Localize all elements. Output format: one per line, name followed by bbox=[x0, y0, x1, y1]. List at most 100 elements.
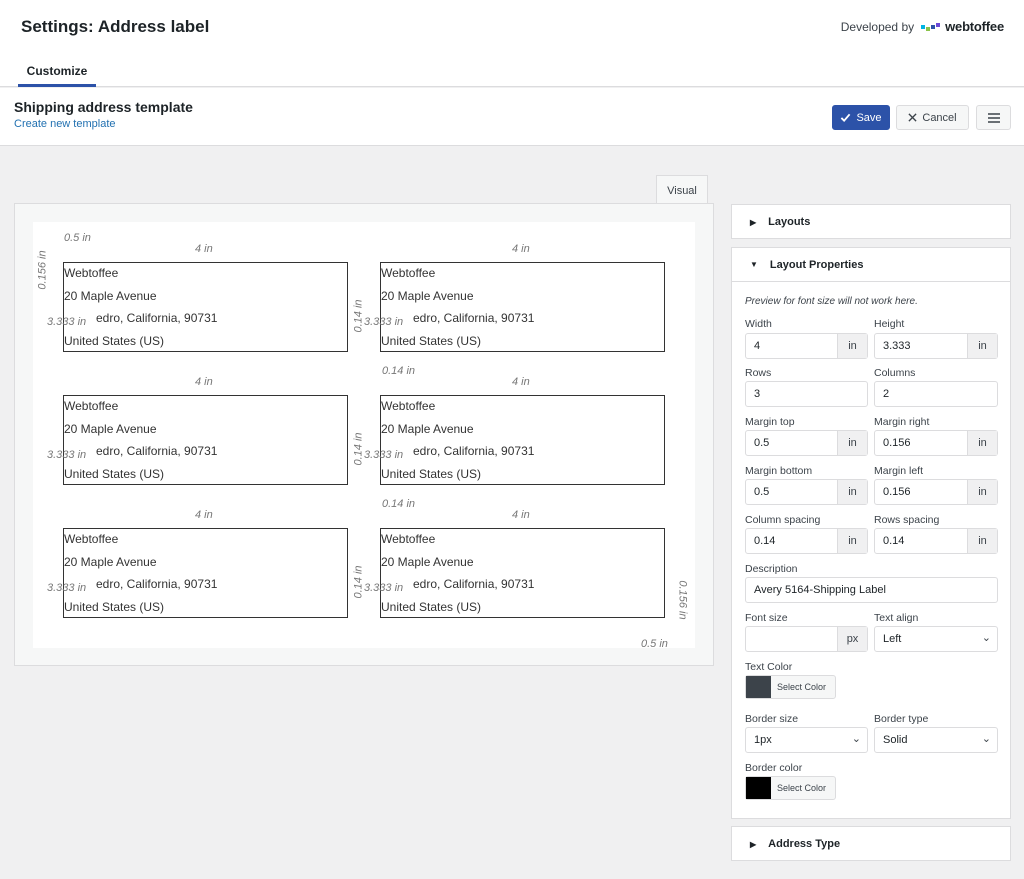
font-size-input[interactable]: px bbox=[745, 626, 868, 652]
panel-layout-properties: ▼ Layout Properties Preview for font siz… bbox=[731, 247, 1011, 819]
webtoffee-logo-icon bbox=[921, 22, 941, 31]
caret-right-icon: ▶ bbox=[750, 839, 757, 849]
text-align-label: Text align bbox=[874, 612, 919, 624]
margin-top-label: Margin top bbox=[745, 416, 795, 428]
margin-bottom-unit: in bbox=[837, 480, 867, 504]
label-width-dim: 4 in bbox=[512, 509, 530, 521]
label-line: Webtoffee bbox=[381, 266, 436, 280]
border-size-select[interactable]: 1px ⌄ bbox=[745, 727, 868, 753]
rows-spacing-input[interactable]: 0.14 in bbox=[874, 528, 998, 554]
tab-visual[interactable]: Visual bbox=[656, 175, 708, 204]
margin-bottom-input[interactable]: 0.5 in bbox=[745, 479, 868, 505]
label-line: United States (US) bbox=[64, 600, 165, 614]
panel-address-type[interactable]: ▶ Address Type bbox=[731, 826, 1011, 861]
rows-label: Rows bbox=[745, 367, 772, 379]
developed-by-text: Developed by bbox=[840, 19, 915, 34]
border-type-value: Solid bbox=[883, 734, 908, 746]
label-line: 20 Maple Avenue bbox=[64, 555, 157, 569]
chevron-down-icon: ⌄ bbox=[981, 733, 991, 745]
rows-spacing-unit: in bbox=[967, 529, 997, 553]
page-title: Settings: Address label bbox=[21, 17, 210, 36]
margin-left-label: Margin left bbox=[874, 465, 924, 477]
label-line: edro, California, 90731 bbox=[413, 577, 535, 591]
margin-right-dim: 0.156 in bbox=[676, 580, 689, 620]
margin-bottom-label: Margin bottom bbox=[745, 465, 813, 477]
label-sheet: 0.5 in 0.5 in 0.156 in 0.156 in 4 in Webt… bbox=[33, 222, 695, 650]
create-new-template-link[interactable]: Create new template bbox=[14, 118, 116, 130]
column-spacing-dim: 0.14 in bbox=[352, 299, 365, 333]
text-color-swatch bbox=[746, 676, 771, 698]
label-line: edro, California, 90731 bbox=[96, 311, 218, 325]
label-line: edro, California, 90731 bbox=[413, 444, 535, 458]
menu-button[interactable] bbox=[976, 105, 1011, 130]
chevron-down-icon: ⌄ bbox=[851, 733, 861, 745]
chevron-down-icon: ⌄ bbox=[981, 632, 991, 644]
margin-right-input[interactable]: 0.156 in bbox=[874, 430, 998, 456]
save-button[interactable]: Save bbox=[832, 105, 890, 130]
label-height-dim: 3.333 in bbox=[364, 582, 404, 594]
border-color-picker[interactable]: Select Color bbox=[745, 776, 836, 800]
column-spacing-value: 0.14 bbox=[754, 535, 776, 547]
margin-left-dim: 0.156 in bbox=[36, 250, 49, 290]
label-line: edro, California, 90731 bbox=[96, 577, 218, 591]
column-spacing-input[interactable]: 0.14 in bbox=[745, 528, 868, 554]
margin-right-value: 0.156 bbox=[883, 437, 911, 449]
layout-properties-header[interactable]: ▼ Layout Properties bbox=[732, 248, 1010, 282]
font-size-unit: px bbox=[837, 627, 867, 651]
panel-layouts[interactable]: ▶ Layouts bbox=[731, 204, 1011, 239]
label-width-dim: 4 in bbox=[512, 376, 530, 388]
text-color-picker[interactable]: Select Color bbox=[745, 675, 836, 699]
label-line: United States (US) bbox=[381, 600, 482, 614]
height-input[interactable]: 3.333 in bbox=[874, 333, 998, 359]
border-color-label: Border color bbox=[745, 762, 803, 774]
address-label: Webtoffee 20 Maple Avenue edro, California… bbox=[63, 528, 348, 618]
column-spacing-unit: in bbox=[837, 529, 867, 553]
template-name: Shipping address template bbox=[14, 99, 193, 115]
address-type-header[interactable]: ▶ Address Type bbox=[732, 827, 1010, 861]
row-spacing-dim: 0.14 in bbox=[382, 365, 416, 377]
layouts-header[interactable]: ▶ Layouts bbox=[732, 205, 1010, 239]
label-height-dim: 3.333 in bbox=[47, 582, 87, 594]
brand-name: webtoffee bbox=[945, 19, 1004, 34]
text-align-select[interactable]: Left ⌄ bbox=[874, 626, 998, 652]
width-input[interactable]: 4 in bbox=[745, 333, 868, 359]
label-line: 20 Maple Avenue bbox=[381, 422, 474, 436]
font-size-note: Preview for font size will not work here… bbox=[745, 296, 918, 307]
margin-top-input[interactable]: 0.5 in bbox=[745, 430, 868, 456]
border-size-label: Border size bbox=[745, 713, 799, 725]
address-label: Webtoffee 20 Maple Avenue edro, California… bbox=[63, 262, 348, 352]
address-label: Webtoffee 20 Maple Avenue edro, California… bbox=[63, 395, 348, 485]
font-size-label: Font size bbox=[745, 612, 788, 624]
margin-left-value: 0.156 bbox=[883, 486, 911, 498]
label-height-dim: 3.333 in bbox=[364, 316, 404, 328]
text-color-select-label: Select Color bbox=[777, 682, 827, 692]
cancel-label: Cancel bbox=[922, 111, 957, 124]
text-color-label: Text Color bbox=[745, 661, 793, 673]
address-label: Webtoffee 20 Maple Avenue edro, California… bbox=[380, 395, 665, 485]
description-input[interactable]: Avery 5164-Shipping Label bbox=[745, 577, 998, 603]
cancel-button[interactable]: Cancel bbox=[896, 105, 969, 130]
rows-input[interactable]: 3 bbox=[745, 381, 868, 407]
tab-customize[interactable]: Customize bbox=[18, 56, 96, 87]
border-type-select[interactable]: Solid ⌄ bbox=[874, 727, 998, 753]
rows-spacing-label: Rows spacing bbox=[874, 514, 940, 526]
width-unit: in bbox=[837, 334, 867, 358]
label-width-dim: 4 in bbox=[195, 376, 213, 388]
address-label: Webtoffee 20 Maple Avenue edro, California… bbox=[380, 528, 665, 618]
label-line: United States (US) bbox=[64, 334, 165, 348]
height-value: 3.333 bbox=[883, 340, 911, 352]
margin-right-unit: in bbox=[967, 431, 997, 455]
label-line: Webtoffee bbox=[64, 399, 119, 413]
label-line: 20 Maple Avenue bbox=[64, 422, 157, 436]
columns-input[interactable]: 2 bbox=[874, 381, 998, 407]
description-label: Description bbox=[745, 563, 798, 575]
description-value: Avery 5164-Shipping Label bbox=[754, 584, 886, 596]
top-bar: Settings: Address label Developed by web… bbox=[0, 0, 1024, 87]
label-width-dim: 4 in bbox=[512, 243, 530, 255]
caret-down-icon: ▼ bbox=[750, 260, 758, 269]
label-line: edro, California, 90731 bbox=[413, 311, 535, 325]
label-width-dim: 4 in bbox=[195, 509, 213, 521]
column-spacing-dim: 0.14 in bbox=[352, 565, 365, 599]
close-icon bbox=[908, 113, 917, 122]
margin-left-input[interactable]: 0.156 in bbox=[874, 479, 998, 505]
